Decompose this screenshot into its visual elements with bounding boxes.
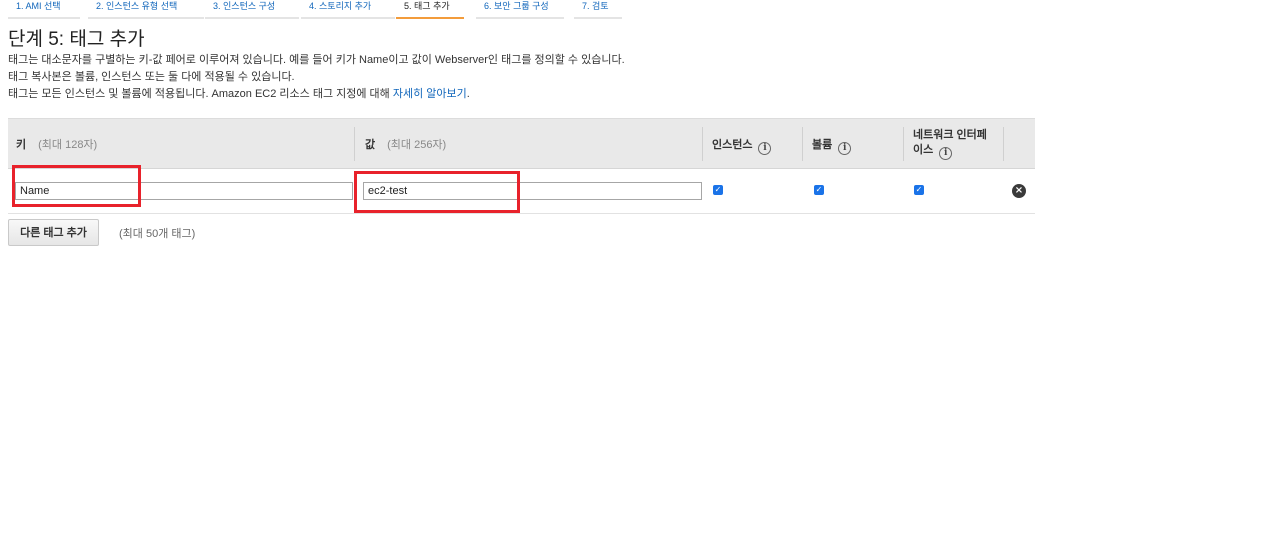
step-instance-type[interactable]: 2. 인스턴스 유형 선택 xyxy=(88,0,204,19)
description-line-3-text: 태그는 모든 인스턴스 및 볼륨에 적용됩니다. Amazon EC2 리소스 … xyxy=(8,88,393,100)
info-icon[interactable]: i xyxy=(939,147,953,160)
description-line-2: 태그 복사본은 볼륨, 인스턴스 또는 둘 다에 적용될 수 있습니다. xyxy=(8,71,295,83)
header-value-label: 값 xyxy=(365,139,376,151)
learn-more-link[interactable]: 자세히 알아보기 xyxy=(393,88,467,100)
key-highlight-box xyxy=(12,165,141,207)
step-ami[interactable]: 1. AMI 선택 xyxy=(8,0,80,19)
step-add-storage[interactable]: 4. 스토리지 추가 xyxy=(301,0,395,19)
header-value: 값 (최대 256자) xyxy=(365,136,446,152)
info-icon[interactable]: i xyxy=(758,142,772,155)
header-network-interfaces-line2: 이스 xyxy=(913,144,934,156)
header-value-hint: (최대 256자) xyxy=(387,139,447,151)
table-header: 키 (최대 128자) 값 (최대 256자) 인스턴스 i 볼륨 i 네트워크 인터페… xyxy=(8,118,1035,169)
header-volumes: 볼륨 i xyxy=(812,136,852,155)
header-divider xyxy=(903,127,904,161)
info-icon[interactable]: i xyxy=(838,142,852,155)
wizard-steps: 1. AMI 선택 2. 인스턴스 유형 선택 3. 인스턴스 구성 4. 스토… xyxy=(0,0,1280,20)
description-line-3: 태그는 모든 인스턴스 및 볼륨에 적용됩니다. Amazon EC2 리소스 … xyxy=(8,87,470,101)
value-highlight-box xyxy=(354,171,520,213)
step-review[interactable]: 7. 검토 xyxy=(574,0,622,19)
description-line-1: 태그는 대소문자를 구별하는 키-값 페어로 이루어져 있습니다. 예를 들어 … xyxy=(8,54,625,66)
header-key: 키 (최대 128자) xyxy=(16,136,97,152)
remove-tag-icon[interactable]: × xyxy=(1012,184,1026,198)
header-volumes-label: 볼륨 xyxy=(812,139,833,151)
header-network-interfaces-line1: 네트워크 인터페 xyxy=(913,129,987,141)
header-divider xyxy=(1003,127,1004,161)
header-divider xyxy=(802,127,803,161)
instances-checkbox[interactable]: ✓ xyxy=(713,185,723,195)
header-instances: 인스턴스 i xyxy=(712,136,772,155)
header-network-interfaces: 네트워크 인터페 이스 i xyxy=(913,128,987,160)
network-interfaces-checkbox[interactable]: ✓ xyxy=(914,185,924,195)
tag-table: 키 (최대 128자) 값 (최대 256자) 인스턴스 i 볼륨 i 네트워크 인터페… xyxy=(8,118,1035,214)
description-line-3-end: . xyxy=(466,88,470,100)
header-instances-label: 인스턴스 xyxy=(712,139,753,151)
add-tag-button[interactable]: 다른 태그 추가 xyxy=(8,219,99,246)
header-key-hint: (최대 128자) xyxy=(38,139,98,151)
header-key-label: 키 xyxy=(16,139,27,151)
max-tags-note: (최대 50개 태그) xyxy=(119,228,196,240)
step-security-group[interactable]: 6. 보안 그룹 구성 xyxy=(476,0,564,19)
header-divider xyxy=(354,127,355,161)
header-divider xyxy=(702,127,703,161)
table-row: ✓ ✓ ✓ × xyxy=(8,169,1035,214)
step-configure-instance[interactable]: 3. 인스턴스 구성 xyxy=(205,0,299,19)
volumes-checkbox[interactable]: ✓ xyxy=(814,185,824,195)
step-add-tags[interactable]: 5. 태그 추가 xyxy=(396,0,464,19)
page-title: 단계 5: 태그 추가 xyxy=(8,29,145,50)
